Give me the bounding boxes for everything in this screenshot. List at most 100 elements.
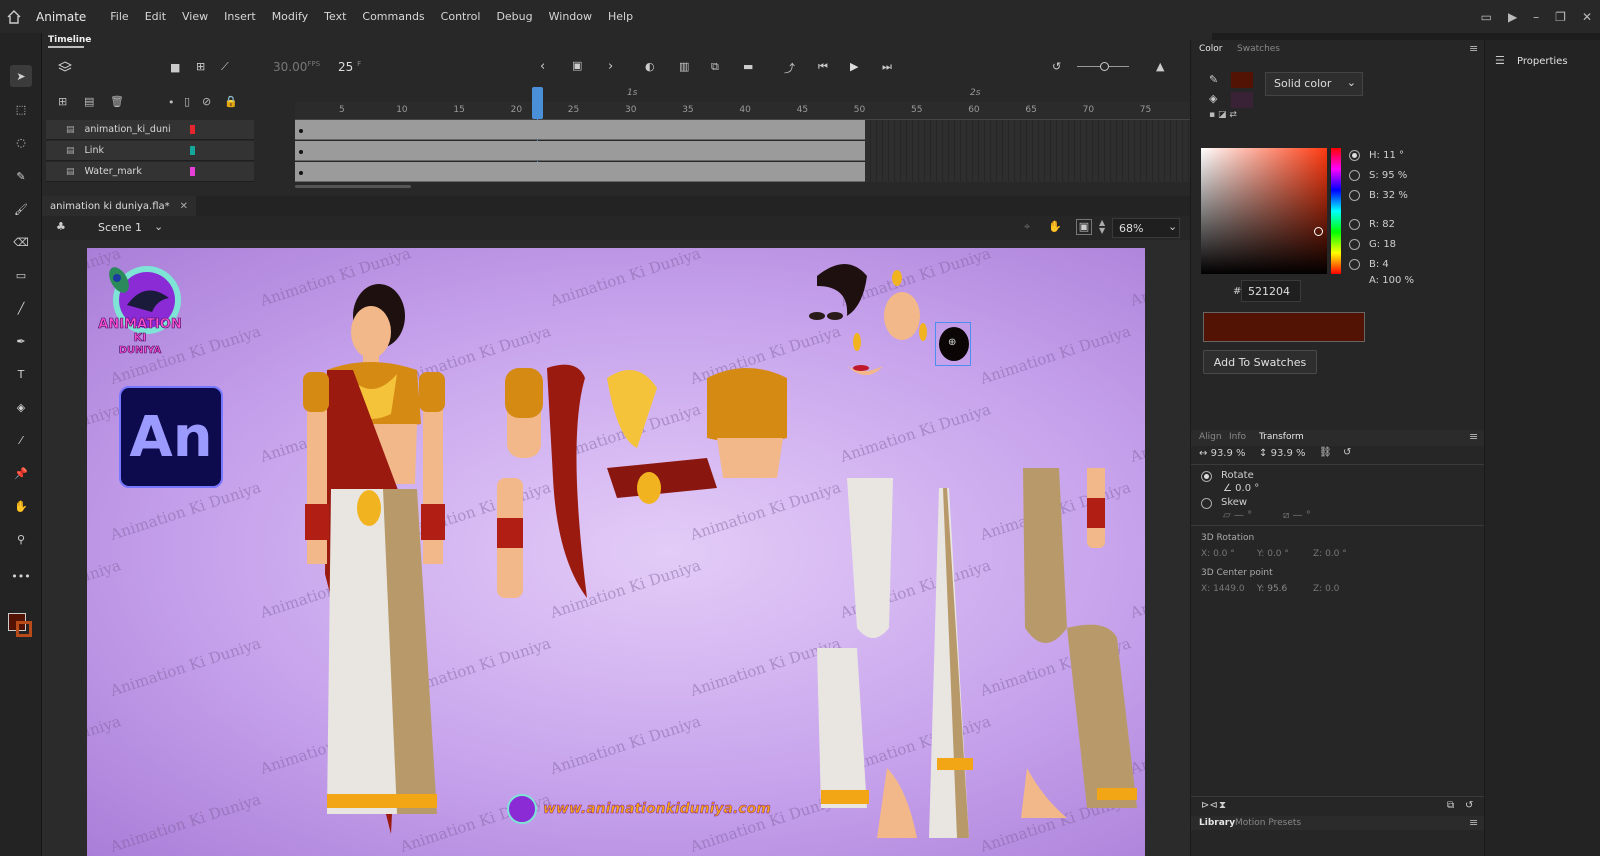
color-field[interactable]: [1201, 148, 1327, 274]
green-value[interactable]: 18: [1383, 239, 1396, 250]
timeline-tab[interactable]: Timeline: [48, 35, 91, 48]
stage[interactable]: Animation Ki DuniyaAnimation Ki DuniyaAn…: [87, 248, 1145, 856]
edit-multiple-frames-icon[interactable]: ▥: [679, 60, 689, 73]
reset-scale-icon[interactable]: ↺: [1343, 447, 1351, 458]
tab-library[interactable]: Library: [1199, 818, 1235, 828]
frame-zoom-handle[interactable]: [1100, 62, 1109, 71]
skew-radio[interactable]: [1201, 498, 1212, 509]
free-transform-icon[interactable]: ⬚: [10, 98, 32, 120]
stroke-swatch[interactable]: [1231, 72, 1253, 88]
layer-color[interactable]: [190, 125, 195, 134]
playhead[interactable]: [532, 87, 543, 119]
rotate-value[interactable]: 0.0 °: [1235, 483, 1259, 494]
layer-name[interactable]: Water_mark: [85, 166, 171, 177]
insert-blank-icon[interactable]: ▬: [743, 60, 753, 73]
website-url[interactable]: www.animationkiduniya.com: [543, 801, 771, 817]
zoom-icon[interactable]: ⚲: [10, 528, 32, 550]
center-z[interactable]: 0.0: [1325, 584, 1339, 594]
chevron-down-icon[interactable]: ⌄: [1168, 220, 1177, 233]
keyframe-dot[interactable]: [299, 129, 303, 133]
layer-name[interactable]: animation_ki_duni...: [85, 124, 171, 135]
head-parts[interactable]: [787, 256, 987, 386]
layer-color[interactable]: [190, 167, 195, 176]
new-folder-icon[interactable]: ▤: [84, 95, 94, 108]
step-forward-icon[interactable]: ⏭: [882, 60, 892, 74]
saree-parts[interactable]: [797, 468, 1145, 856]
next-keyframe-icon[interactable]: ›: [608, 59, 613, 74]
hue-value[interactable]: 11 °: [1383, 150, 1404, 161]
layer-frames[interactable]: [295, 120, 865, 140]
undo-view-icon[interactable]: ↺: [1052, 60, 1061, 73]
hex-input[interactable]: 521204: [1241, 280, 1301, 302]
paint-bucket-icon[interactable]: ◈: [10, 396, 32, 418]
hue-slider[interactable]: [1331, 148, 1341, 274]
panel-menu-icon[interactable]: ≡: [1469, 816, 1478, 829]
color-picker-handle[interactable]: [1314, 227, 1323, 236]
lasso-icon[interactable]: ◌: [10, 131, 32, 153]
character-parts[interactable]: [487, 358, 817, 618]
fill-swatch[interactable]: [1231, 92, 1253, 108]
mountain-icon[interactable]: ▲: [1156, 60, 1164, 73]
play-icon[interactable]: ▶: [850, 60, 858, 73]
selected-object-box[interactable]: ⊕: [935, 322, 971, 366]
text-tool-icon[interactable]: T: [10, 363, 32, 385]
selection-tool-icon[interactable]: ➤: [10, 65, 32, 87]
red-value[interactable]: 82: [1382, 219, 1395, 230]
fill-color-icon[interactable]: ◈: [1209, 92, 1217, 105]
menu-modify[interactable]: Modify: [272, 10, 308, 23]
tab-swatches[interactable]: Swatches: [1237, 44, 1280, 54]
layer-frames[interactable]: [295, 162, 865, 182]
menu-edit[interactable]: Edit: [145, 10, 166, 23]
align-icon[interactable]: ⊳⊲: [1201, 800, 1218, 811]
constrain-icon[interactable]: ⛓: [1319, 447, 1332, 458]
center-stage-icon[interactable]: ⌖: [1024, 220, 1030, 234]
properties-icon[interactable]: ☰: [1495, 54, 1505, 67]
keyframe-dot[interactable]: [299, 150, 303, 154]
menu-commands[interactable]: Commands: [362, 10, 424, 23]
highlight-layer-icon[interactable]: •: [168, 96, 175, 109]
menu-text[interactable]: Text: [324, 10, 346, 23]
lock-icon[interactable]: 🔒: [224, 95, 238, 108]
tween-icon[interactable]: ⧉: [711, 60, 719, 74]
hsb-h-radio[interactable]: [1349, 150, 1360, 161]
clip-content-icon[interactable]: ▣: [1076, 219, 1092, 235]
eraser-icon[interactable]: ⌫: [10, 231, 32, 253]
fill-type-select[interactable]: Solid color ⌄: [1265, 72, 1363, 96]
outline-icon[interactable]: ▯: [184, 95, 190, 108]
frame-ruler[interactable]: 51015202530354045505560657075801s2s: [295, 88, 1220, 120]
camera-icon[interactable]: ■: [170, 61, 180, 74]
layer-frames[interactable]: [295, 141, 865, 161]
pen-icon[interactable]: ✒: [10, 330, 32, 352]
center-y[interactable]: 95.6: [1267, 584, 1287, 594]
skew-v-value[interactable]: — °: [1293, 510, 1311, 521]
saturation-value[interactable]: 95 %: [1382, 170, 1407, 181]
rot3d-y[interactable]: 0.0 °: [1267, 549, 1289, 559]
menu-control[interactable]: Control: [441, 10, 481, 23]
properties-label[interactable]: Properties: [1517, 56, 1568, 67]
tab-align[interactable]: Align: [1199, 432, 1222, 442]
fps-value[interactable]: 30.00: [273, 60, 307, 74]
rgb-r-radio[interactable]: [1349, 219, 1360, 230]
swap-colors-icon[interactable]: ▪ ◪ ⇄: [1209, 110, 1237, 120]
rectangle-icon[interactable]: ▭: [10, 264, 32, 286]
menu-help[interactable]: Help: [608, 10, 633, 23]
rgb-b-radio[interactable]: [1349, 259, 1360, 270]
fill-color-swatch[interactable]: [16, 621, 32, 637]
graph-icon[interactable]: ⟋: [221, 60, 229, 74]
menu-file[interactable]: File: [110, 10, 128, 23]
hand-icon[interactable]: ✋: [10, 495, 32, 517]
rot3d-z[interactable]: 0.0 °: [1325, 549, 1347, 559]
skew-h-value[interactable]: — °: [1234, 510, 1252, 521]
close-tab-icon[interactable]: ✕: [180, 201, 188, 212]
layer-name[interactable]: Link: [85, 145, 171, 156]
reset-transform-icon[interactable]: ↺: [1465, 800, 1473, 811]
rot3d-x[interactable]: 0.0 °: [1213, 549, 1235, 559]
rotate-radio[interactable]: [1201, 471, 1212, 482]
character-figure[interactable]: [287, 274, 457, 844]
blue-value[interactable]: 4: [1382, 259, 1388, 270]
layer-row[interactable]: ▤ Water_mark: [46, 162, 254, 182]
hsb-s-radio[interactable]: [1349, 170, 1360, 181]
timeline-scrollbar[interactable]: [295, 185, 411, 188]
pin-icon[interactable]: 📌: [10, 462, 32, 484]
fluid-brush-icon[interactable]: ✎: [10, 165, 32, 187]
